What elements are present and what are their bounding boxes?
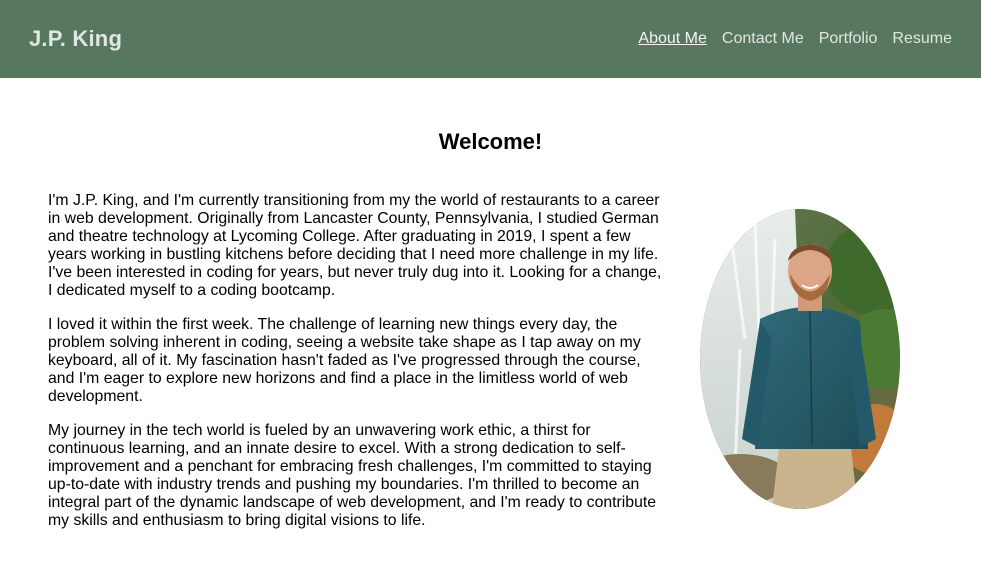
profile-photo [700, 209, 900, 509]
bio-paragraph-1: I'm J.P. King, and I'm currently transit… [48, 192, 662, 299]
site-brand[interactable]: J.P. King [29, 26, 122, 52]
main-nav: About Me Contact Me Portfolio Resume [638, 30, 952, 48]
bio-paragraph-2: I loved it within the first week. The ch… [48, 316, 641, 405]
nav-link-resume[interactable]: Resume [892, 30, 952, 48]
bio-section: I'm J.P. King, and I'm currently transit… [48, 192, 670, 546]
site-header: J.P. King About Me Contact Me Portfolio … [0, 0, 981, 78]
nav-link-about-me[interactable]: About Me [638, 30, 706, 48]
bio-paragraph-3: My journey in the tech world is fueled b… [48, 422, 657, 529]
page-title: Welcome! [438, 129, 543, 154]
nav-link-portfolio[interactable]: Portfolio [819, 30, 878, 48]
nav-link-contact-me[interactable]: Contact Me [722, 30, 804, 48]
